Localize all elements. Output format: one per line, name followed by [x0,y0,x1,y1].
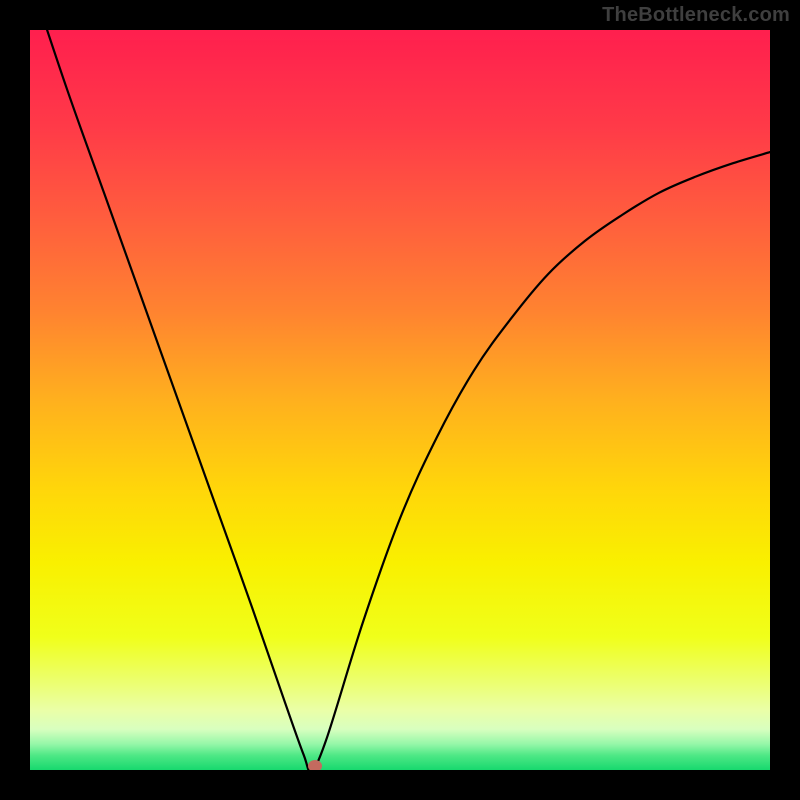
stage: TheBottleneck.com [0,0,800,800]
bottleneck-curve [30,30,770,770]
optimum-marker [308,760,322,770]
plot-area [30,30,770,770]
curve-path [30,30,770,770]
watermark-text: TheBottleneck.com [602,4,790,27]
